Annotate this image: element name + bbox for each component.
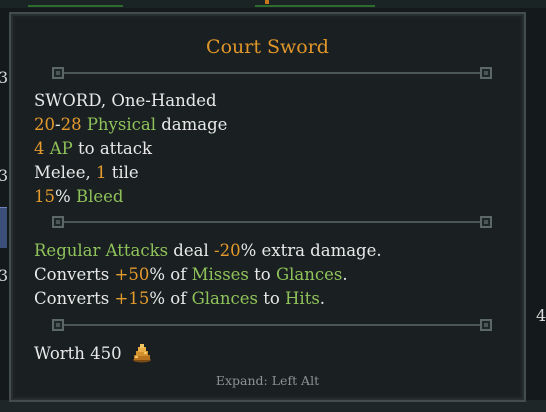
effect-segment: Regular Attacks (34, 241, 169, 260)
stat-line: 20-28 Physical damage (34, 115, 227, 134)
divider-knob (480, 319, 492, 331)
divider-knob (52, 319, 64, 331)
item-title: Court Sword (206, 36, 329, 58)
effect-segment: deal (168, 241, 214, 260)
coin-pile-icon (131, 343, 153, 363)
stat-line: 15% Bleed (34, 187, 123, 206)
effect-segment: +15 (114, 289, 150, 308)
background-slot-edge (255, 0, 375, 7)
effect-segment: Converts (34, 265, 115, 284)
stat-segment: % (55, 187, 76, 206)
stat-line: SWORD, One-Handed (34, 91, 217, 110)
background-slot-edge (28, 0, 123, 7)
stat-segment: 4 (34, 139, 45, 158)
background-side-digit: 3 (0, 68, 9, 87)
effect-segment: to (257, 289, 286, 308)
stat-segment: 15 (34, 187, 55, 206)
effect-segment: -20 (214, 241, 241, 260)
divider (54, 72, 487, 74)
divider-knob (52, 67, 64, 79)
expand-hint: Expand: Left Alt (215, 373, 320, 388)
stat-segment: Physical (81, 115, 156, 134)
effect-segment: % of (149, 289, 192, 308)
divider (54, 221, 487, 223)
background-tile (0, 207, 7, 248)
effect-line: Regular Attacks deal -20% extra damage. (34, 241, 382, 260)
stat-segment: tile (106, 163, 139, 182)
effect-line: Converts +50% of Misses to Glances. (34, 265, 348, 284)
background-side-digit: 4 (536, 306, 546, 325)
stat-line: 4 AP to attack (34, 139, 152, 158)
stat-line: Melee, 1 tile (34, 163, 139, 182)
stat-segment: AP (44, 139, 73, 158)
background-marker (265, 0, 269, 4)
stat-segment: Bleed (75, 187, 124, 206)
effect-segment: to (248, 265, 276, 284)
effect-segment: . (342, 265, 348, 284)
background-side-digit: 3 (0, 166, 9, 185)
effect-segment: Converts (34, 289, 115, 308)
worth-value: 450 (90, 344, 122, 363)
stat-segment: 1 (95, 163, 107, 182)
effect-segment: Misses (191, 265, 249, 284)
effect-line: Converts +15% of Glances to Hits. (34, 289, 325, 308)
stat-segment: Melee, (34, 163, 96, 182)
effect-segment: +50 (114, 265, 150, 284)
divider-knob (480, 67, 492, 79)
effect-segment: % extra damage. (240, 241, 382, 260)
effect-segment: % of (149, 265, 192, 284)
divider (54, 324, 487, 326)
item-tooltip: Court Sword SWORD, One-Handed 20-28 Physi… (9, 12, 526, 402)
effect-segment: . (319, 289, 326, 308)
effect-segment: Glances (275, 265, 343, 284)
stat-segment: 28 (60, 115, 82, 134)
stat-segment: 20 (34, 115, 55, 134)
divider-knob (480, 216, 492, 228)
stat-segment: damage (155, 115, 228, 134)
effect-segment: Glances (191, 289, 258, 308)
background-side-digit: 3 (0, 266, 9, 285)
effect-segment: Hits (285, 289, 320, 308)
worth-label: Worth (34, 344, 85, 363)
divider-knob (52, 216, 64, 228)
stat-segment: SWORD, One-Handed (34, 91, 217, 110)
worth-line: Worth 450 (34, 343, 153, 363)
stat-segment: to attack (72, 139, 152, 158)
